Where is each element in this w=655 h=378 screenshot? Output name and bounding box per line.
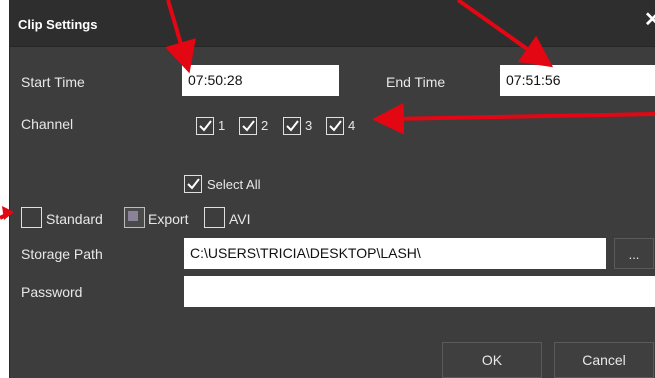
start-time-label: Start Time bbox=[21, 74, 85, 90]
dialog-title: Clip Settings bbox=[18, 17, 98, 32]
channel-2-label: 2 bbox=[261, 118, 269, 133]
close-icon[interactable]: ✕ bbox=[644, 10, 655, 30]
standard-label: Standard bbox=[46, 211, 103, 227]
storage-path-label: Storage Path bbox=[21, 246, 103, 262]
check-icon bbox=[199, 120, 212, 132]
avi-checkbox[interactable] bbox=[204, 207, 225, 228]
check-icon bbox=[329, 120, 342, 132]
cancel-button[interactable]: Cancel bbox=[554, 342, 654, 378]
check-icon bbox=[187, 178, 200, 190]
clip-settings-dialog: Clip Settings ✕ Start Time 07:50:28 End … bbox=[9, 0, 655, 378]
select-all-label: Select All bbox=[207, 177, 261, 192]
standard-checkbox[interactable] bbox=[21, 207, 42, 228]
storage-path-field[interactable]: C:\USERS\TRICIA\DESKTOP\LASH\ bbox=[184, 238, 606, 269]
channel-1-label: 1 bbox=[218, 118, 226, 133]
channel-2-checkbox[interactable] bbox=[239, 117, 257, 135]
check-icon bbox=[242, 120, 255, 132]
end-time-label: End Time bbox=[386, 74, 446, 90]
select-all-checkbox[interactable] bbox=[184, 175, 202, 193]
end-time-field[interactable]: 07:51:56 bbox=[500, 65, 655, 96]
title-bar: Clip Settings ✕ bbox=[10, 0, 655, 47]
password-label: Password bbox=[21, 284, 83, 300]
export-checkbox[interactable] bbox=[124, 207, 145, 228]
channel-3-checkbox[interactable] bbox=[283, 117, 301, 135]
channel-1-checkbox[interactable] bbox=[196, 117, 214, 135]
check-icon bbox=[286, 120, 299, 132]
channel-4-label: 4 bbox=[348, 118, 356, 133]
channel-3-label: 3 bbox=[305, 118, 313, 133]
browse-button[interactable]: ... bbox=[614, 238, 654, 269]
channel-4-checkbox[interactable] bbox=[326, 117, 344, 135]
start-time-field[interactable]: 07:50:28 bbox=[182, 65, 339, 96]
password-field[interactable] bbox=[184, 276, 655, 307]
channel-label: Channel bbox=[21, 116, 74, 132]
export-label: Export bbox=[148, 211, 189, 227]
avi-label: AVI bbox=[229, 211, 251, 227]
ok-button[interactable]: OK bbox=[442, 342, 542, 378]
